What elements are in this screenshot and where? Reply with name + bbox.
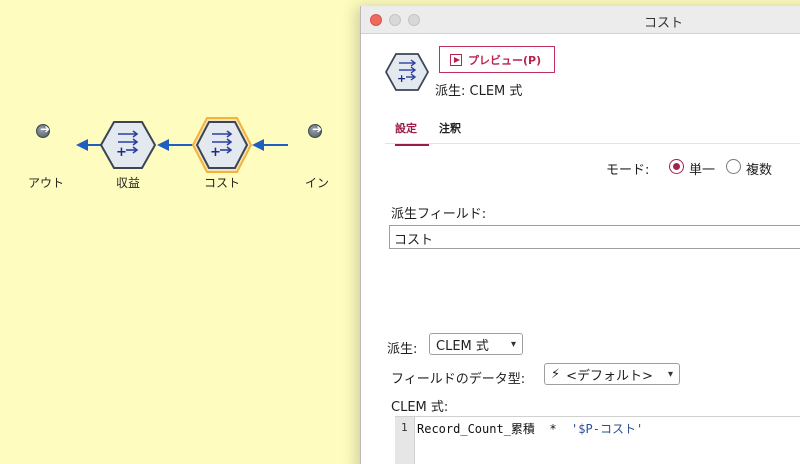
window-title: コスト: [644, 16, 684, 31]
chevron-down-icon: ▾: [510, 338, 516, 350]
node-label-in: イン: [305, 176, 330, 190]
svg-text:+: +: [397, 72, 406, 85]
tab-bar: 設定 注釈: [385, 112, 800, 146]
node-type-subtitle: 派生: CLEM 式: [435, 84, 523, 99]
node-label-revenue: 収益: [116, 176, 141, 190]
field-type-label: フィールドのデータ型:: [391, 372, 526, 387]
derive-node-icon: +: [385, 53, 429, 91]
mode-single-label[interactable]: 単一: [689, 159, 715, 178]
node-label-out: アウト: [28, 176, 65, 190]
lightning-icon: ⚡: [551, 366, 561, 382]
in-terminal-icon[interactable]: ➜: [308, 122, 322, 138]
svg-text:+: +: [210, 145, 221, 160]
field-type-value: <デフォルト>: [566, 368, 653, 384]
mode-single-radio[interactable]: [669, 159, 684, 174]
close-window-button[interactable]: [370, 14, 382, 26]
minimize-window-button[interactable]: [389, 14, 401, 26]
node-dialog: コスト + プレビュー(P) 派生: CLEM 式 設定 注釈 モード: 単一 …: [360, 6, 800, 464]
derive-as-value: CLEM 式: [436, 338, 489, 354]
chevron-down-icon: ▾: [667, 368, 673, 380]
expression-editor[interactable]: 1 Record_Count_累積 * '$P-コスト': [395, 416, 800, 464]
link-arrow-cost: [252, 139, 288, 151]
title-bar[interactable]: コスト: [361, 6, 800, 34]
mode-label: モード:: [606, 163, 650, 178]
out-terminal-icon[interactable]: ➜: [36, 122, 50, 138]
line-gutter: 1: [395, 417, 415, 464]
svg-text:+: +: [116, 145, 127, 160]
mode-multiple-radio[interactable]: [726, 159, 741, 174]
derive-as-label: 派生:: [387, 342, 418, 357]
line-number: 1: [401, 421, 408, 434]
expression-code: Record_Count_累積 * '$P-コスト': [417, 420, 643, 437]
derive-node-revenue-icon[interactable]: +: [100, 120, 156, 170]
derive-as-select[interactable]: CLEM 式 ▾: [429, 333, 523, 355]
derive-field-label: 派生フィールド:: [391, 207, 487, 222]
field-type-select[interactable]: ⚡ <デフォルト> ▾: [544, 363, 680, 385]
zoom-window-button[interactable]: [408, 14, 420, 26]
tab-settings[interactable]: 設定: [395, 120, 429, 146]
preview-button[interactable]: プレビュー(P): [439, 46, 555, 73]
mode-multiple-label[interactable]: 複数: [746, 159, 772, 178]
node-label-cost: コスト: [204, 176, 241, 190]
code-string: '$P-コスト': [571, 422, 644, 436]
derive-node-cost-icon[interactable]: +: [192, 116, 252, 174]
play-icon: [450, 53, 462, 66]
tab-annotations[interactable]: 注釈: [439, 120, 461, 144]
preview-button-label: プレビュー(P): [468, 53, 542, 67]
clem-expression-label: CLEM 式:: [391, 400, 449, 415]
code-identifier: Record_Count_累積 *: [417, 422, 572, 436]
link-arrow-revenue: [157, 139, 193, 151]
derive-field-input[interactable]: コスト: [389, 225, 800, 249]
